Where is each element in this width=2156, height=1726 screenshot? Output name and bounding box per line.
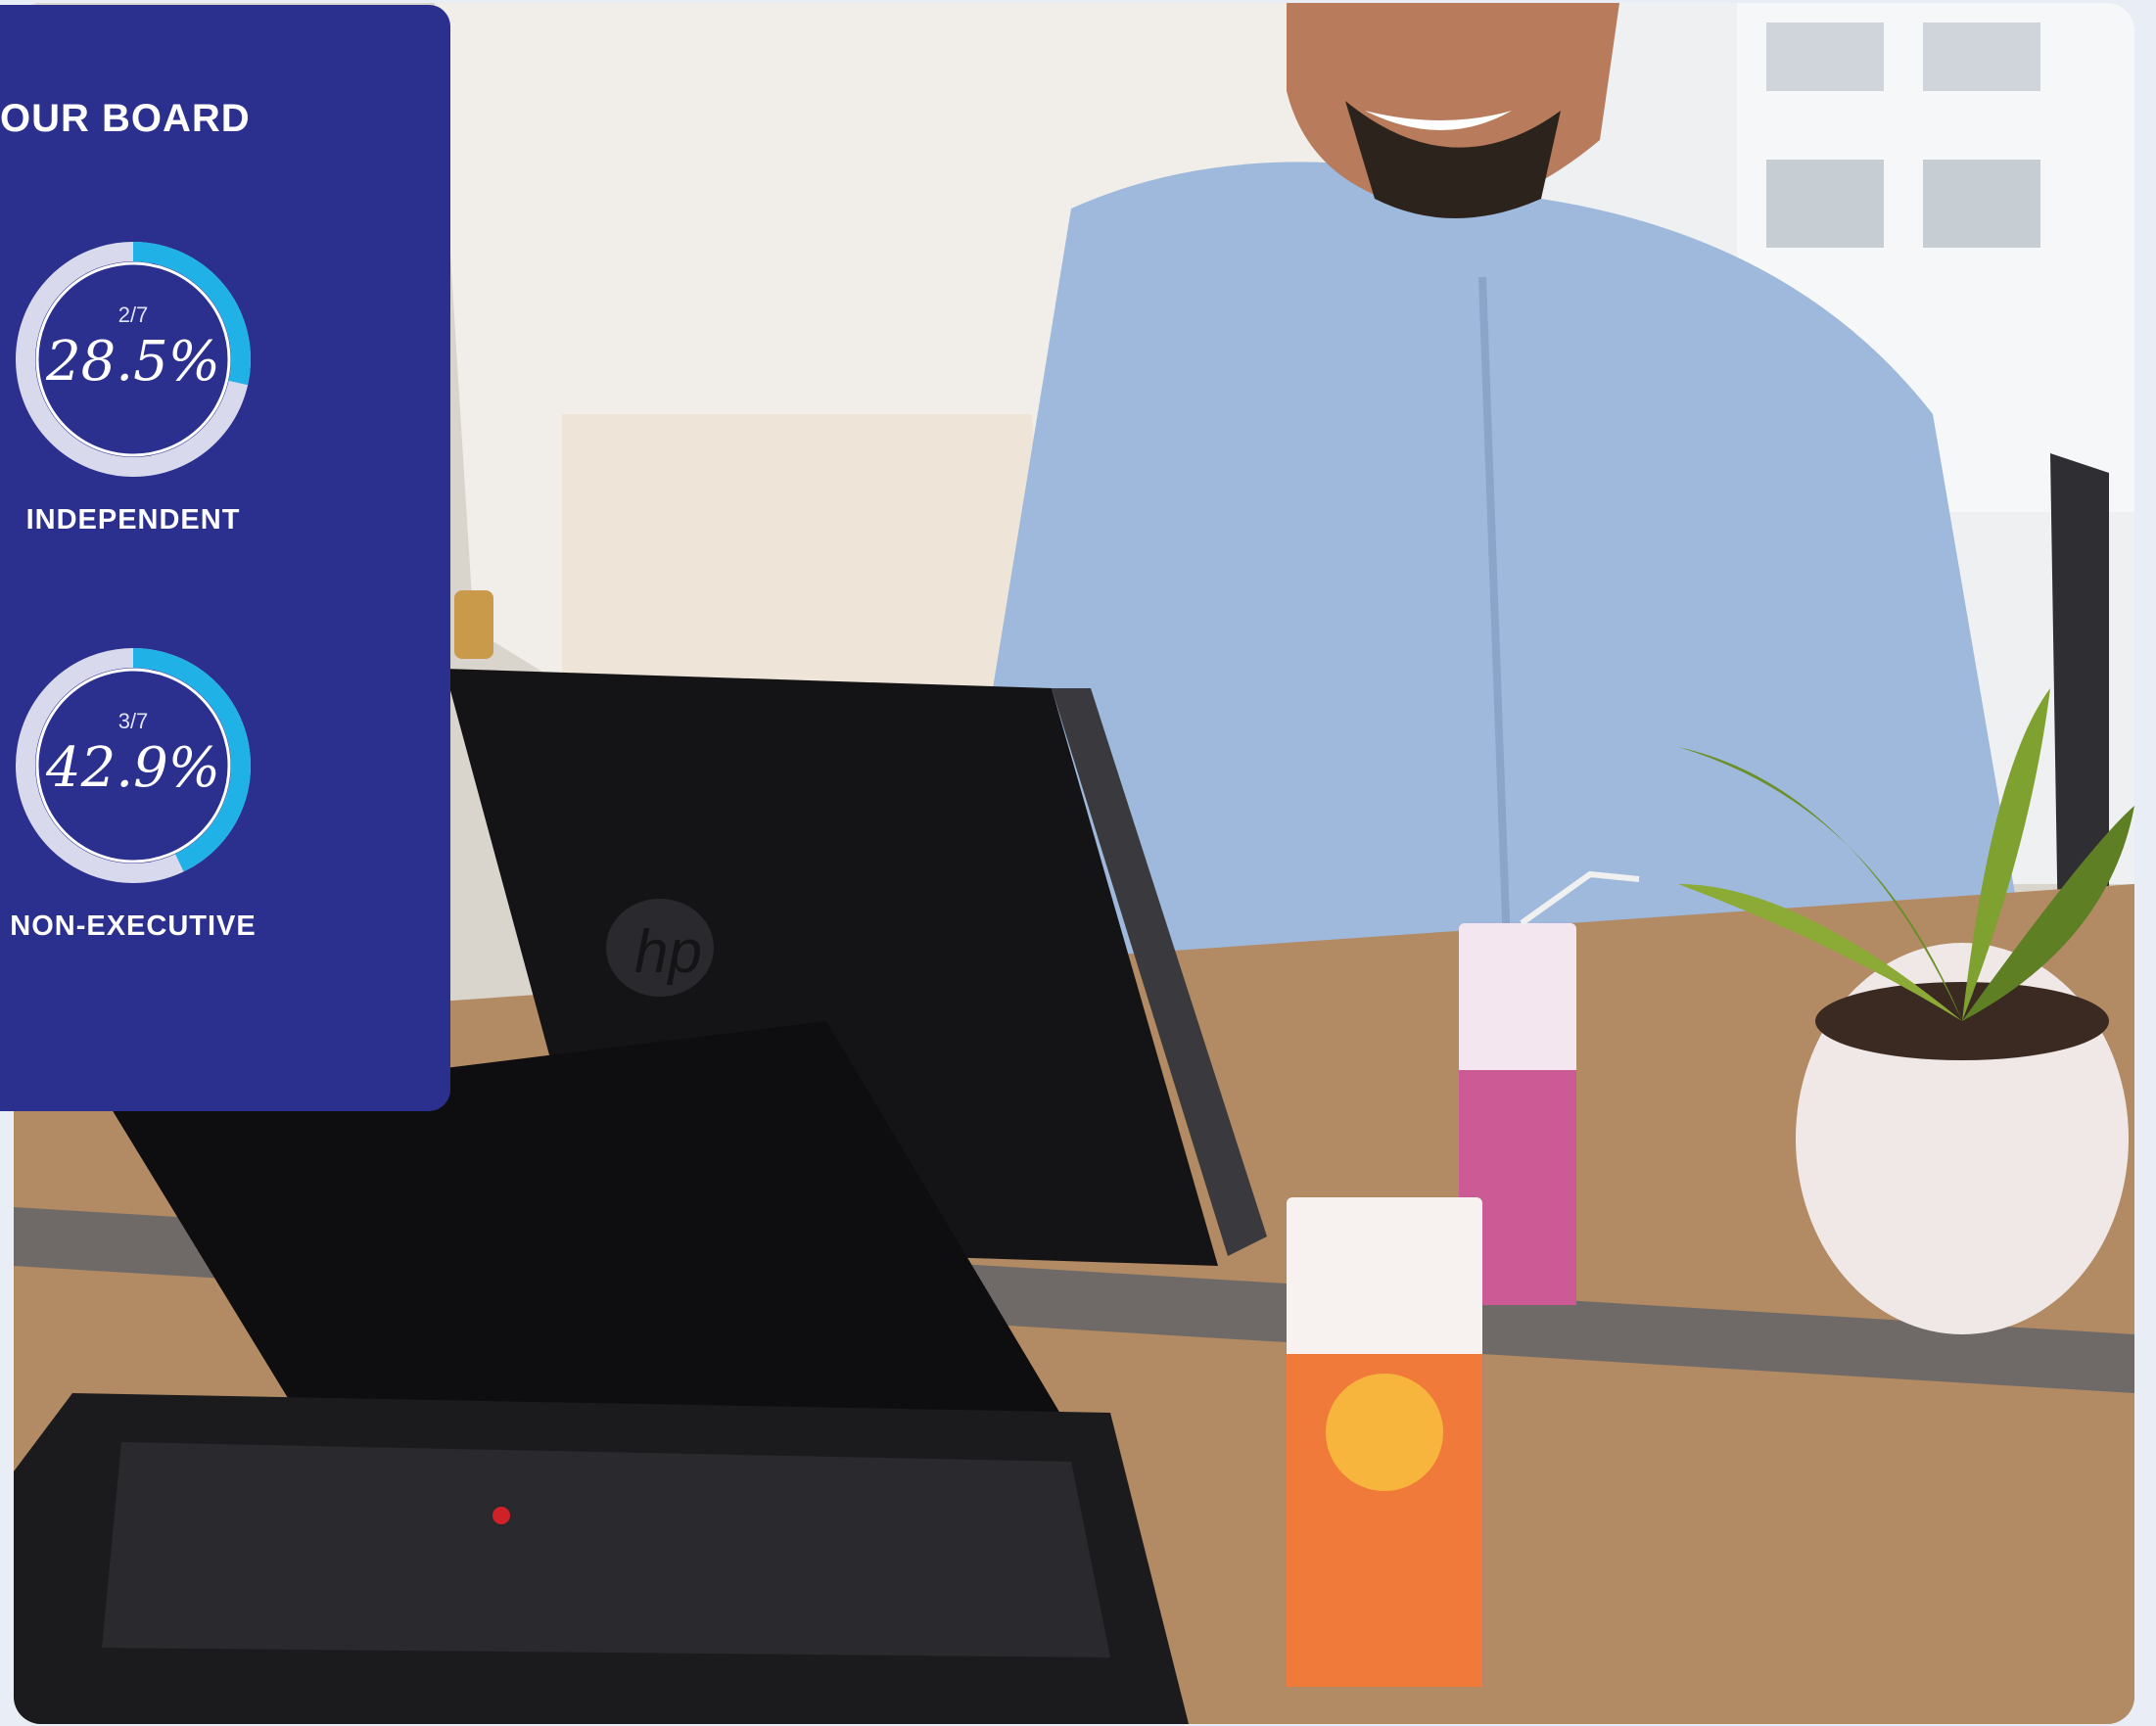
independent-fraction: 2/7 bbox=[117, 303, 149, 327]
independent-ring: 2/7 28.5% bbox=[14, 240, 253, 479]
non-executive-fraction: 3/7 bbox=[117, 709, 149, 733]
independent-label: INDEPENDENT bbox=[25, 504, 241, 536]
independent-percent: 28.5% bbox=[46, 330, 220, 394]
non-executive-percent: 42.9% bbox=[46, 736, 220, 800]
hp-logo: hp bbox=[634, 918, 702, 986]
non-executive-ring: 3/7 42.9% bbox=[14, 646, 253, 885]
board-title: OUR BOARD bbox=[0, 97, 251, 140]
board-stats-panel: OUR BOARD 2/7 28.5% INDEPENDENT 3/7 42.9… bbox=[0, 5, 450, 1111]
non-executive-label: NON-EXECUTIVE bbox=[10, 910, 257, 942]
